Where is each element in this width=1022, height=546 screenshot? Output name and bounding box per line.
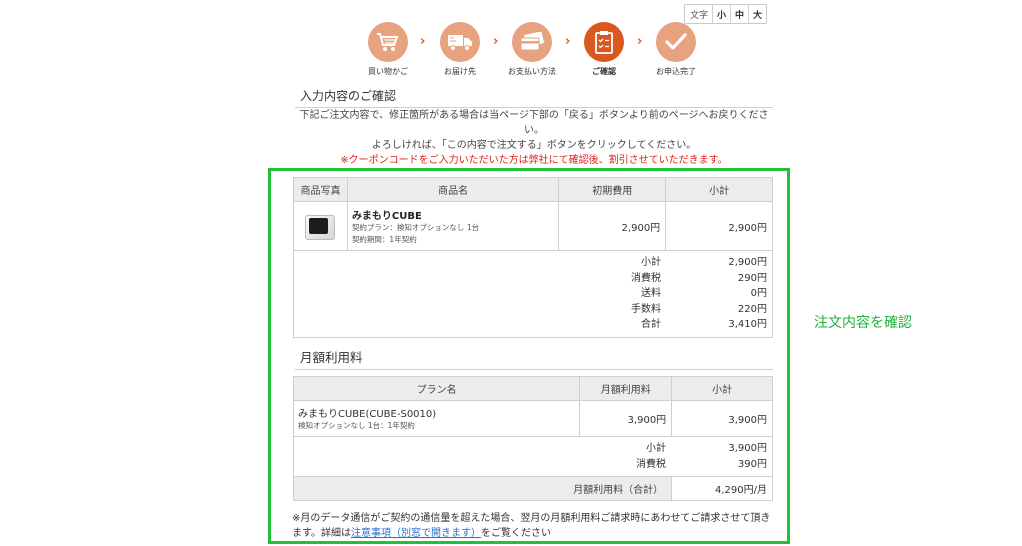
plan-name-cell: みまもりCUBE(CUBE-S0010) 検知オプションなし 1台：1年契約 bbox=[292, 400, 581, 437]
intro-text: 下記ご注文内容で、修正箇所がある場合は当ページ下部の「戻る」ボタンより前のページ… bbox=[295, 108, 773, 168]
product-photo-cell bbox=[293, 201, 348, 251]
summary-line: 小計 2,900円 bbox=[641, 257, 767, 268]
column-header: 月額利用料 bbox=[579, 376, 673, 401]
plan-name: みまもりCUBE(CUBE-S0010) bbox=[298, 409, 437, 420]
credit-card-icon bbox=[512, 22, 552, 62]
summary-line: 消費税 390円 bbox=[636, 458, 767, 470]
column-header: 小計 bbox=[665, 177, 773, 202]
font-size-medium-button[interactable]: 中 bbox=[730, 5, 748, 23]
product-detail: 契約期間：1年契約 bbox=[351, 234, 417, 244]
summary-row: 小計 3,900円 消費税 390円 bbox=[293, 436, 773, 477]
column-header: プラン名 bbox=[292, 376, 581, 401]
summary-line: 消費税 290円 bbox=[631, 272, 767, 284]
table-header-row: プラン名 月額利用料 小計 bbox=[292, 376, 773, 401]
monthly-fee: 3,900円 bbox=[579, 400, 673, 437]
summary-line: 送料 0円 bbox=[641, 288, 767, 299]
summary-line: 小計 3,900円 bbox=[646, 443, 767, 454]
total-row: 月額利用料（合計） 4,290円/月 bbox=[292, 476, 773, 501]
monthly-fee-table: プラン名 月額利用料 小計 みまもりCUBE(CUBE-S0010) 検知オプシ… bbox=[292, 376, 773, 501]
annotation-callout: 注文内容を確認 bbox=[814, 315, 912, 331]
product-photo bbox=[302, 211, 338, 241]
step-complete: お申込完了 bbox=[641, 22, 711, 77]
column-header: 商品名 bbox=[346, 177, 560, 202]
intro-line: よろしければ、「この内容で注文する」ボタンをクリックしてください。 bbox=[371, 140, 697, 151]
step-confirm: ご確認 bbox=[569, 22, 639, 77]
clipboard-check-icon bbox=[584, 22, 624, 62]
product-name: みまもりCUBE bbox=[351, 210, 422, 222]
order-summary: 小計 2,900円 消費税 290円 送料 0円 手数料 220円 合計 3,410円 bbox=[293, 250, 773, 338]
step-label: お申込完了 bbox=[656, 67, 696, 76]
column-header: 商品写真 bbox=[293, 177, 348, 202]
order-table: 商品写真 商品名 初期費用 小計 みまもりCUBE 契約プラン：検知オプションな… bbox=[293, 177, 773, 338]
monthly-fee-title: 月額利用料 bbox=[295, 347, 773, 370]
item-subtotal: 2,900円 bbox=[665, 201, 773, 251]
delivery-truck-icon bbox=[440, 22, 480, 62]
summary-row: 小計 2,900円 消費税 290円 送料 0円 手数料 220円 合計 3,410円 bbox=[293, 250, 773, 338]
page-title: 入力内容のご確認 bbox=[295, 87, 773, 108]
step-label: お届け先 bbox=[444, 67, 476, 76]
table-row: みまもりCUBE(CUBE-S0010) 検知オプションなし 1台：1年契約 3… bbox=[292, 400, 773, 437]
table-row: みまもりCUBE 契約プラン：検知オプションなし 1台 契約期間：1年契約 2,… bbox=[293, 201, 773, 251]
step-payment: お支払い方法 bbox=[497, 22, 567, 77]
checkout-progress-steps: 買い物かご › お届け先 › お支払い方法 › ご確認 › お申込完了 bbox=[360, 22, 710, 78]
table-header-row: 商品写真 商品名 初期費用 小計 bbox=[293, 177, 773, 202]
product-detail: 契約プラン：検知オプションなし 1台 bbox=[351, 222, 480, 232]
step-delivery: お届け先 bbox=[425, 22, 495, 77]
shopping-cart-icon bbox=[368, 22, 408, 62]
font-size-switcher: 文字 小 中 大 bbox=[684, 4, 768, 24]
step-cart: 買い物かご bbox=[353, 22, 423, 77]
monthly-total-value: 4,290円/月 bbox=[671, 476, 773, 501]
font-size-small-button[interactable]: 小 bbox=[712, 5, 730, 23]
data-overage-note: ※月のデータ通信がご契約の通信量を超えた場合、翌月の月額利用料ご請求時にあわせて… bbox=[292, 511, 774, 541]
notice-link[interactable]: 注意事項（別窓で開きます） bbox=[351, 528, 481, 539]
summary-line: 合計 3,410円 bbox=[641, 319, 767, 330]
monthly-total-label: 月額利用料（合計） bbox=[292, 476, 673, 501]
font-size-large-button[interactable]: 大 bbox=[748, 5, 766, 23]
initial-fee: 2,900円 bbox=[558, 201, 667, 251]
step-label: 買い物かご bbox=[368, 67, 408, 76]
monthly-summary: 小計 3,900円 消費税 390円 bbox=[293, 436, 773, 477]
plan-detail: 検知オプションなし 1台：1年契約 bbox=[298, 421, 415, 430]
product-name-cell: みまもりCUBE 契約プラン：検知オプションなし 1台 契約期間：1年契約 bbox=[346, 201, 560, 251]
summary-line: 手数料 220円 bbox=[631, 303, 767, 315]
note-text: をご覧ください bbox=[481, 528, 551, 539]
checkmark-icon bbox=[656, 22, 696, 62]
step-label: ご確認 bbox=[592, 67, 616, 76]
plan-subtotal: 3,900円 bbox=[671, 400, 773, 437]
coupon-warning: ※クーポンコードをご入力いただいた方は弊社にて確認後、割引させていただきます。 bbox=[340, 155, 728, 166]
step-label: お支払い方法 bbox=[508, 67, 556, 76]
intro-line: 下記ご注文内容で、修正箇所がある場合は当ページ下部の「戻る」ボタンより前のページ… bbox=[299, 110, 769, 136]
font-size-label: 文字 bbox=[690, 10, 709, 21]
column-header: 初期費用 bbox=[558, 177, 667, 202]
column-header: 小計 bbox=[671, 376, 773, 401]
